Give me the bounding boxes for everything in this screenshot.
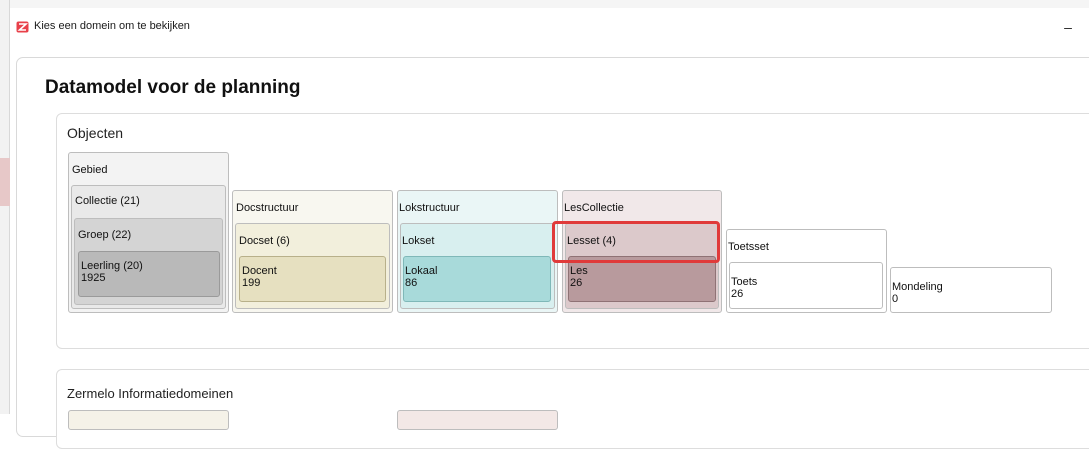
entity-toetsset-label: Toetsset (728, 241, 769, 253)
entity-mondeling-count: 0 (892, 293, 899, 305)
entity-leerling-label: Leerling (20) (81, 260, 143, 272)
entity-lokset-label: Lokset (402, 235, 435, 247)
entity-toets-count: 26 (731, 288, 744, 300)
entity-docent[interactable]: Docent 199 (239, 256, 386, 302)
app-logo-icon (16, 21, 29, 33)
selection-highlight (552, 221, 720, 263)
entity-lescollectie-label: LesCollectie (564, 202, 624, 214)
domain-box-1[interactable] (68, 410, 229, 430)
entity-toets-label: Toets (731, 276, 758, 288)
entity-mondeling-label: Mondeling (892, 281, 943, 293)
entity-docent-label: Docent (242, 265, 277, 277)
entity-gebied-label: Gebied (72, 164, 108, 176)
top-strip (0, 0, 1089, 8)
entity-docstructuur-label: Docstructuur (236, 202, 299, 214)
entity-docset-label: Docset (6) (239, 235, 290, 247)
domains-group (56, 369, 1089, 449)
entity-collectie-label: Collectie (21) (75, 195, 140, 207)
entity-groep-label: Groep (22) (78, 229, 132, 241)
domains-title: Zermelo Informatiedomeinen (67, 386, 234, 401)
background-window-edge (0, 0, 10, 414)
entity-lokstructuur-label: Lokstructuur (399, 202, 460, 214)
entity-toets[interactable]: Toets 26 (729, 262, 883, 309)
page-title: Datamodel voor de planning (45, 77, 301, 98)
minimize-button[interactable]: – (1054, 16, 1082, 38)
entity-lokaal[interactable]: Lokaal 86 (403, 256, 551, 302)
entity-leerling-count: 1925 (81, 272, 106, 284)
entity-docent-count: 199 (242, 277, 261, 289)
entity-les-count: 26 (570, 277, 583, 289)
entity-leerling[interactable]: Leerling (20) 1925 (78, 251, 220, 297)
window-title: Kies een domein om te bekijken (34, 20, 190, 32)
entity-lokaal-label: Lokaal (405, 265, 438, 277)
entity-mondeling[interactable]: Mondeling 0 (890, 267, 1052, 313)
entity-les-label: Les (570, 265, 588, 277)
domain-box-2[interactable] (397, 410, 558, 430)
objecten-title: Objecten (67, 125, 124, 141)
entity-lokaal-count: 86 (405, 277, 418, 289)
